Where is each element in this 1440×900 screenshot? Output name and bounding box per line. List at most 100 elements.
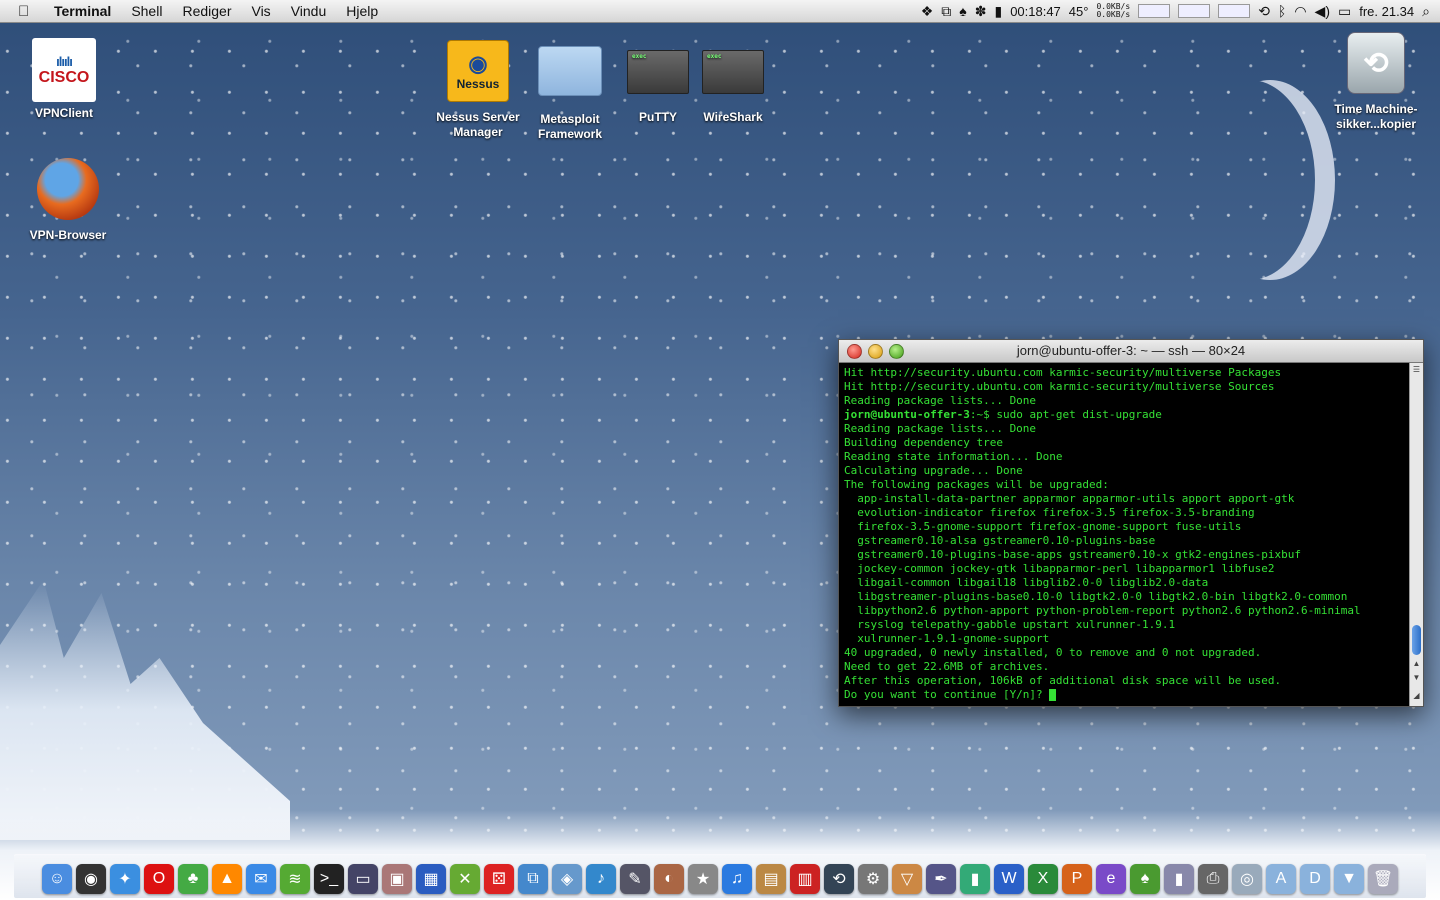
desktop-icon-vpn-browser[interactable]: VPN-Browser [18, 158, 118, 243]
dock-excel-icon[interactable]: X [1028, 864, 1058, 894]
dock-evernote-icon[interactable]: ♠ [1130, 864, 1160, 894]
scroll-down-arrow-icon[interactable]: ▼ [1410, 673, 1423, 682]
dock-itunes-icon[interactable]: ♫ [722, 864, 752, 894]
time-machine-drive-icon: ⟲ [1347, 32, 1405, 94]
wifi-icon[interactable]: ◠ [1294, 3, 1306, 20]
dock-books-icon[interactable]: ▥ [790, 864, 820, 894]
dock-vlc-icon[interactable]: ▲ [212, 864, 242, 894]
dock-applications-icon[interactable]: A [1266, 864, 1296, 894]
window-controls [847, 344, 904, 359]
timer-text[interactable]: 00:18:47 [1010, 4, 1061, 19]
close-button[interactable] [847, 344, 862, 359]
minimize-button[interactable] [868, 344, 883, 359]
dock-numbers-icon[interactable]: ▮ [960, 864, 990, 894]
scroll-menu-icon[interactable]: ☰ [1410, 365, 1423, 374]
dock-iphoto-icon[interactable]: ◐ [654, 864, 684, 894]
battery-status-icon[interactable]: ▭ [1338, 3, 1351, 20]
desktop-icon-label: Metasploit Framework [537, 112, 603, 141]
menu-shell[interactable]: Shell [121, 0, 172, 22]
dock-star-icon[interactable]: ★ [688, 864, 718, 894]
dock-adium-icon[interactable]: ♣ [178, 864, 208, 894]
resize-grip-icon[interactable]: ◢ [1410, 691, 1423, 700]
terminal-line: Hit http://security.ubuntu.com karmic-se… [844, 366, 1282, 379]
dock-trash-icon[interactable]: 🗑 [1368, 864, 1398, 894]
dock-opera-icon[interactable]: O [144, 864, 174, 894]
dock-preview-icon[interactable]: ✎ [620, 864, 650, 894]
desktop-icon-vpnclient[interactable]: ılıılı CISCO VPNClient [14, 38, 114, 121]
dock-entourage-icon[interactable]: e [1096, 864, 1126, 894]
dock-documents-icon[interactable]: D [1300, 864, 1330, 894]
menu-hjelp[interactable]: Hjelp [336, 0, 388, 22]
dock-display-icon[interactable]: ▭ [348, 864, 378, 894]
dock-bottle-icon[interactable]: ▮ [1164, 864, 1194, 894]
terminal-line: Reading state information... Done [844, 450, 1063, 463]
zoom-button[interactable] [889, 344, 904, 359]
terminal-line: The following packages will be upgraded: [844, 478, 1109, 491]
terminal-line: Building dependency tree [844, 436, 1003, 449]
scrollbar-thumb[interactable] [1412, 625, 1421, 655]
dock-spotify-icon[interactable]: ≋ [280, 864, 310, 894]
apple-icon[interactable]:  [18, 3, 40, 20]
menu-vindu[interactable]: Vindu [281, 0, 337, 22]
dock-keynote-icon[interactable]: ▽ [892, 864, 922, 894]
app-menu-terminal[interactable]: Terminal [44, 0, 121, 22]
dock-cube-icon[interactable]: ◈ [552, 864, 582, 894]
menu-rediger[interactable]: Rediger [172, 0, 241, 22]
paw-icon[interactable]: ✽ [975, 3, 987, 20]
menu-vis[interactable]: Vis [241, 0, 280, 22]
dock-powerpoint-icon[interactable]: P [1062, 864, 1092, 894]
spotlight-search-icon[interactable]: ⌕ [1422, 3, 1430, 20]
desktop-icon-wireshark[interactable]: WireShark [683, 40, 783, 125]
volume-icon[interactable]: ◀) [1315, 3, 1330, 20]
terminal-output[interactable]: Hit http://security.ubuntu.com karmic-se… [839, 363, 1409, 706]
terminal-title: jorn@ubuntu-offer-3: ~ — ssh — 80×24 [1016, 343, 1246, 358]
dock-finder-icon[interactable]: ☺ [42, 864, 72, 894]
desktop-icon-label: VPN-Browser [29, 228, 107, 242]
dock-ichat-icon[interactable]: ✉ [246, 864, 276, 894]
evernote-icon[interactable]: ♠ [959, 3, 966, 19]
temperature-text[interactable]: 45° [1069, 4, 1089, 19]
dock-printer-icon[interactable]: ⎙ [1198, 864, 1228, 894]
eye-icon: ◉ [468, 51, 488, 76]
desktop-icon-nessus[interactable]: ◉ Nessus Nessus Server Manager [428, 40, 528, 140]
dock-dice-icon[interactable]: ⚄ [484, 864, 514, 894]
dock-word-icon[interactable]: W [994, 864, 1024, 894]
bluetooth-icon[interactable]: ᛒ [1278, 3, 1286, 19]
dock-downloads-icon[interactable]: ▼ [1334, 864, 1364, 894]
desktop-icon-time-machine[interactable]: ⟲ Time Machine-sikker...kopier [1326, 32, 1426, 132]
time-machine-icon[interactable]: ⟲ [1258, 3, 1270, 20]
terminal-window[interactable]: jorn@ubuntu-offer-3: ~ — ssh — 80×24 Hit… [838, 339, 1424, 707]
dropbox-icon[interactable]: ❖ [921, 3, 934, 20]
dock-calculator-icon[interactable]: ▦ [416, 864, 446, 894]
cpu-meter-icon[interactable] [1138, 4, 1171, 18]
battery-icon[interactable]: ▮ [994, 3, 1002, 20]
sync-icon[interactable]: ⧉ [941, 3, 951, 20]
disk-meter-icon[interactable] [1218, 4, 1251, 18]
desktop-icon-metasploit[interactable]: Metasploit Framework [520, 40, 620, 142]
dock-vmware-icon[interactable]: ⧉ [518, 864, 548, 894]
terminal-line: Need to get 22.6MB of archives. [844, 660, 1050, 673]
terminal-titlebar[interactable]: jorn@ubuntu-offer-3: ~ — ssh — 80×24 [839, 340, 1423, 363]
terminal-input-line[interactable]: Do you want to continue [Y/n]? [844, 688, 1404, 702]
dock-terminal-icon[interactable]: >_ [314, 864, 344, 894]
dock-sysprefs-icon[interactable]: ⚙ [858, 864, 888, 894]
dock-dashboard-icon[interactable]: ◉ [76, 864, 106, 894]
terminal-line: rsyslog telepathy-gabble upstart xulrunn… [844, 618, 1176, 631]
memory-meter-icon[interactable] [1178, 4, 1211, 18]
dock-keepassx-icon[interactable]: ✕ [450, 864, 480, 894]
clock-text[interactable]: fre. 21.34 [1359, 4, 1414, 19]
moon-decoration [1185, 80, 1315, 280]
dock-pages-icon[interactable]: ▤ [756, 864, 786, 894]
terminal-scrollbar[interactable]: ☰ ▲ ▼ ◢ [1409, 363, 1423, 706]
nessus-icon: ◉ Nessus [447, 40, 509, 102]
dock-pen-icon[interactable]: ✒ [926, 864, 956, 894]
dock-photo-icon[interactable]: ▣ [382, 864, 412, 894]
network-meter[interactable]: 0.0KB/s 0.0KB/s [1096, 3, 1130, 19]
desktop-icon-label: Time Machine-sikker...kopier [1334, 102, 1418, 131]
dock-timemachine-icon[interactable]: ⟲ [824, 864, 854, 894]
scroll-up-arrow-icon[interactable]: ▲ [1410, 659, 1423, 668]
dock-safari-icon[interactable]: ✦ [110, 864, 140, 894]
cisco-bars: ılıılı [56, 53, 73, 69]
dock-office-icon[interactable]: ♪ [586, 864, 616, 894]
dock-webcam-icon[interactable]: ◎ [1232, 864, 1262, 894]
